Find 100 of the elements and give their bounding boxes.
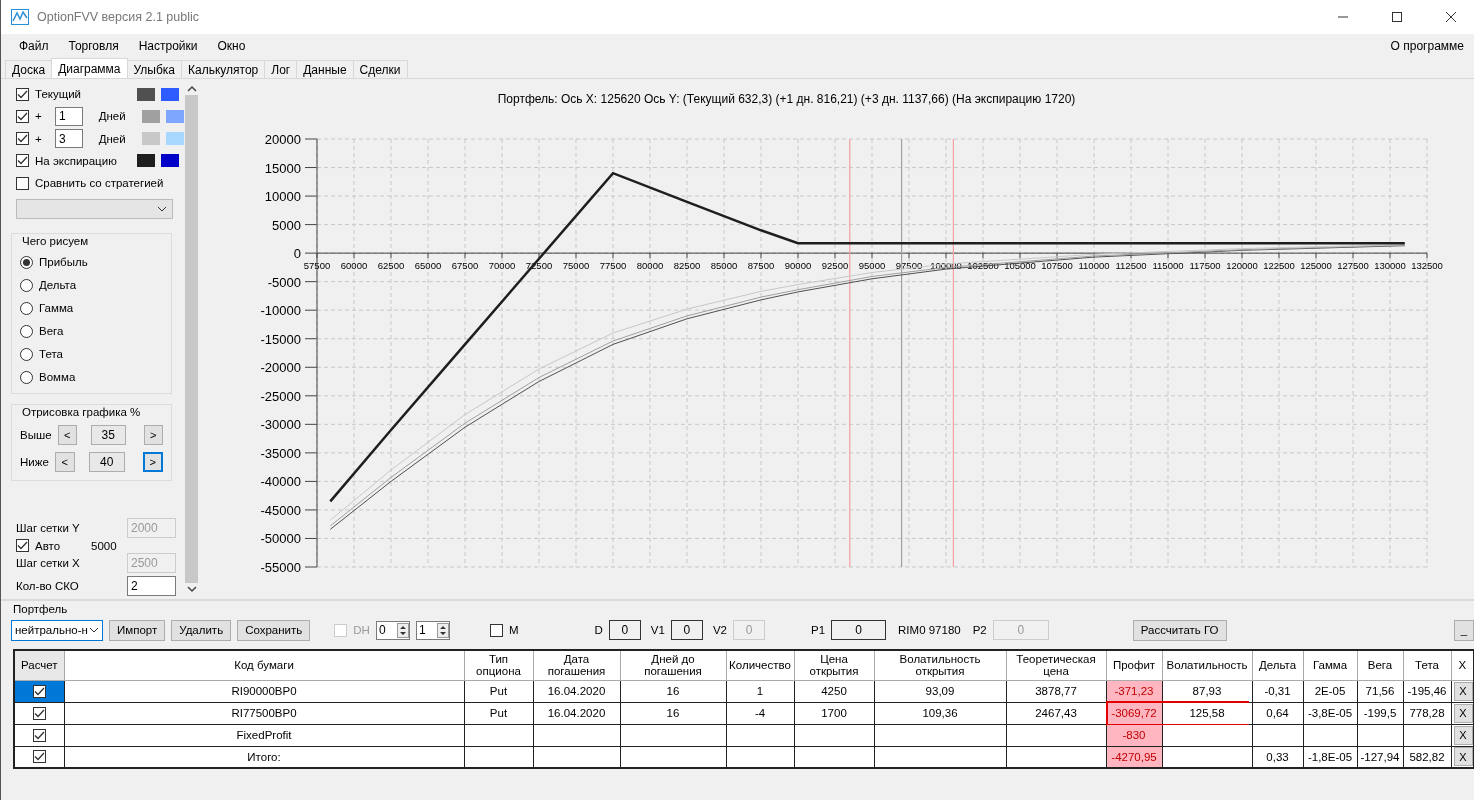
tick-mark bbox=[304, 480, 318, 482]
tick-mark bbox=[1352, 252, 1354, 259]
x-tick-label: 80000 bbox=[636, 260, 664, 272]
column-header: Дата погашения bbox=[533, 650, 620, 680]
menu-item[interactable]: Настройки bbox=[128, 38, 208, 53]
x-tick-label: 90000 bbox=[784, 260, 812, 272]
tick-mark bbox=[1204, 252, 1206, 259]
remove-button[interactable]: X bbox=[1453, 703, 1473, 723]
auto-label: Авто bbox=[35, 539, 62, 552]
y-tick-label: 10000 bbox=[264, 189, 301, 205]
radio-button[interactable] bbox=[20, 255, 33, 269]
tick-mark bbox=[304, 509, 318, 511]
remove-button[interactable]: X bbox=[1453, 681, 1473, 701]
radio-label: Гамма bbox=[39, 302, 74, 315]
calc-cell[interactable] bbox=[14, 746, 64, 768]
x-tick-label: 87500 bbox=[747, 260, 775, 272]
value-field[interactable]: 0 bbox=[831, 620, 887, 640]
x-tick-label: 57500 bbox=[303, 260, 331, 272]
remove-button[interactable]: X bbox=[1453, 747, 1473, 767]
menu-item[interactable]: О программе bbox=[1380, 38, 1474, 53]
tick-mark bbox=[427, 252, 429, 259]
y-tick-label: 20000 bbox=[264, 132, 301, 147]
checkbox[interactable] bbox=[16, 154, 29, 168]
setting-field[interactable]: 2 bbox=[127, 576, 176, 597]
color-swatch[interactable] bbox=[161, 154, 179, 168]
spinner-arrows-icon[interactable] bbox=[396, 622, 409, 638]
days-label: Дней bbox=[97, 110, 127, 123]
checkbox[interactable] bbox=[32, 728, 46, 742]
tick-mark bbox=[686, 252, 688, 259]
toolbar-button[interactable]: Удалить bbox=[171, 619, 232, 641]
column-header: Профит bbox=[1106, 650, 1162, 680]
radio-button[interactable] bbox=[20, 278, 33, 292]
calc-cell[interactable] bbox=[14, 702, 64, 724]
tab[interactable]: Доска bbox=[5, 60, 53, 78]
value-field[interactable]: 0 bbox=[670, 620, 703, 640]
strategy-select[interactable]: нейтрально-н bbox=[11, 619, 103, 641]
scroll-up-icon[interactable] bbox=[186, 85, 197, 93]
x-tick-label: 112500 bbox=[1115, 260, 1147, 272]
days-field[interactable]: 3 bbox=[54, 129, 83, 149]
tick-mark bbox=[982, 252, 984, 259]
toolbar-button[interactable]: Сохранить bbox=[237, 619, 311, 641]
column-header: Количество bbox=[726, 650, 794, 680]
color-swatch[interactable] bbox=[142, 109, 161, 123]
checkbox[interactable] bbox=[16, 539, 29, 553]
increase-button[interactable]: > bbox=[142, 452, 163, 473]
spin-field[interactable]: 0 bbox=[375, 620, 410, 640]
color-swatch[interactable] bbox=[161, 87, 179, 101]
checkbox[interactable] bbox=[16, 109, 29, 123]
checkbox[interactable] bbox=[16, 176, 29, 190]
decrease-button[interactable]: < bbox=[54, 452, 75, 473]
collapse-button[interactable]: _ bbox=[1454, 619, 1474, 641]
color-swatch[interactable] bbox=[137, 154, 155, 168]
column-header: Цена открытия bbox=[794, 650, 874, 680]
tab[interactable]: Диаграмма bbox=[51, 58, 128, 78]
checkbox[interactable] bbox=[16, 87, 29, 101]
color-swatch[interactable] bbox=[166, 109, 184, 123]
radio-button[interactable] bbox=[20, 347, 33, 361]
tab[interactable]: Данные bbox=[296, 60, 354, 78]
days-field[interactable]: 1 bbox=[54, 106, 83, 126]
color-swatch[interactable] bbox=[137, 87, 155, 101]
spinner-arrows-icon[interactable] bbox=[436, 622, 449, 638]
color-swatch[interactable] bbox=[142, 132, 161, 146]
radio-button[interactable] bbox=[20, 324, 33, 338]
scroll-down-icon[interactable] bbox=[186, 585, 197, 593]
column-header: Тета bbox=[1403, 650, 1451, 680]
color-swatch[interactable] bbox=[166, 132, 184, 146]
checkbox[interactable] bbox=[16, 132, 29, 146]
x-tick-label: 107500 bbox=[1041, 260, 1073, 272]
scrollbar-thumb[interactable] bbox=[185, 95, 198, 583]
y-tick-label: 0 bbox=[293, 246, 301, 262]
spin-field[interactable]: 1 bbox=[415, 620, 450, 640]
checkbox[interactable] bbox=[32, 684, 46, 698]
menu-item[interactable]: Торговля bbox=[58, 38, 129, 53]
checkbox[interactable] bbox=[32, 750, 46, 764]
y-tick-label: 5000 bbox=[272, 217, 301, 233]
quote-text: RIM0 97180 bbox=[898, 624, 961, 636]
column-header: Тип опциона bbox=[464, 650, 533, 680]
x-tick-label: 92500 bbox=[821, 260, 849, 272]
toolbar-button[interactable]: Импорт bbox=[109, 619, 166, 641]
menu-item[interactable]: Окно bbox=[207, 38, 256, 53]
calc-cell[interactable] bbox=[14, 724, 64, 746]
field-label: D bbox=[594, 624, 603, 636]
x-tick-label: 65000 bbox=[414, 260, 442, 272]
tick-mark bbox=[575, 252, 577, 259]
close-icon[interactable] bbox=[1446, 12, 1456, 22]
radio-button[interactable] bbox=[20, 301, 33, 315]
calc-cell[interactable] bbox=[14, 680, 64, 702]
maximize-icon[interactable] bbox=[1392, 12, 1402, 22]
remove-button[interactable]: X bbox=[1453, 725, 1473, 745]
tab[interactable]: Сделки bbox=[352, 60, 408, 78]
menu-item[interactable]: Файл bbox=[9, 38, 59, 53]
radio-button[interactable] bbox=[20, 370, 33, 384]
tab[interactable]: Калькулятор bbox=[181, 60, 266, 78]
checkbox[interactable] bbox=[489, 623, 503, 637]
increase-button[interactable]: > bbox=[143, 425, 163, 446]
calc-button[interactable]: Рассчитать ГО bbox=[1132, 619, 1227, 641]
checkbox[interactable] bbox=[32, 706, 46, 720]
value-field[interactable]: 0 bbox=[608, 620, 641, 640]
tick-mark bbox=[304, 566, 318, 568]
decrease-button[interactable]: < bbox=[57, 425, 77, 446]
